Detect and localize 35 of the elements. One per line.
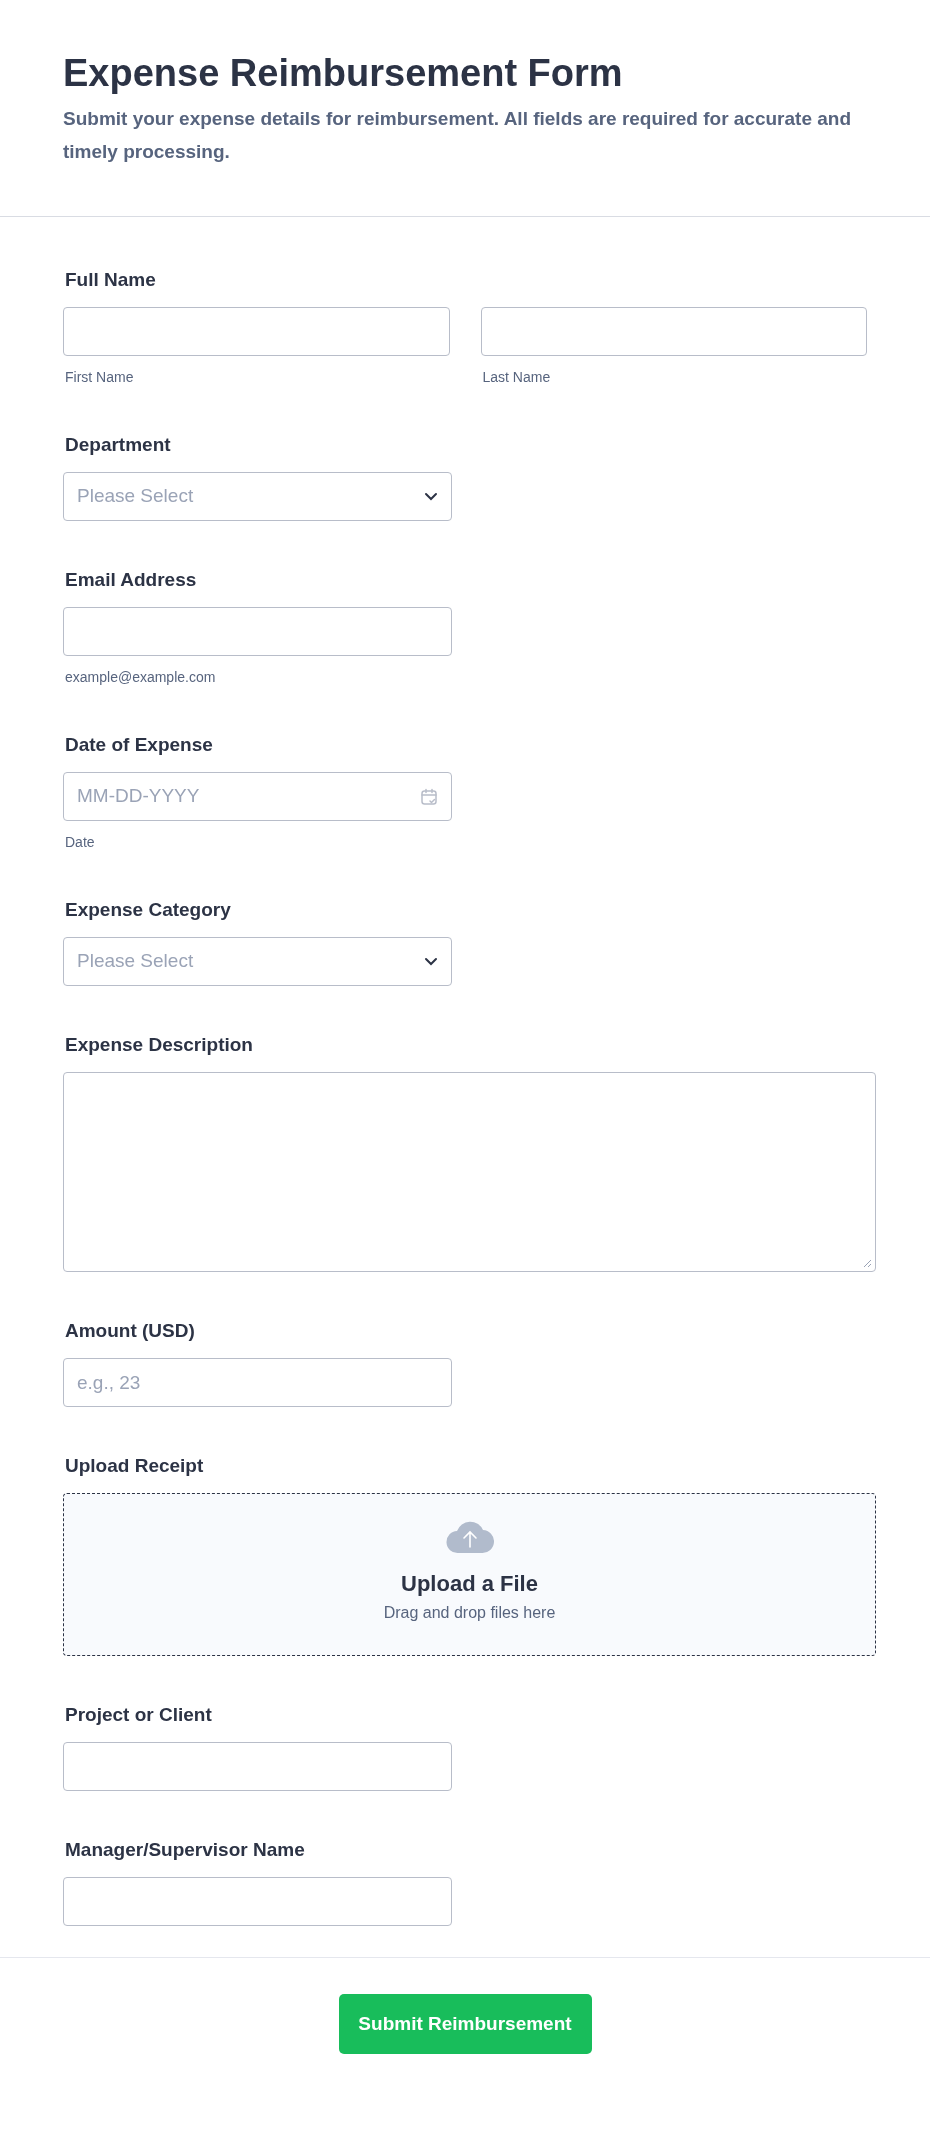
field-label: Project or Client (65, 1703, 213, 1727)
upload-dropzone[interactable]: Upload a File Drag and drop files here (63, 1493, 876, 1656)
field-label: Department (65, 433, 172, 457)
submit-button[interactable]: Submit Reimbursement (338, 1994, 592, 2054)
text-input[interactable] (63, 307, 450, 356)
calendar-icon (420, 787, 438, 806)
text-input[interactable] (63, 1742, 452, 1791)
chevron-down-icon (424, 957, 438, 966)
cloud-upload-icon (445, 1520, 494, 1554)
textarea-field[interactable] (63, 1072, 876, 1272)
resize-handle-icon[interactable] (863, 1259, 872, 1268)
select-dropdown[interactable]: Please Select (63, 472, 452, 521)
field-label: Email Address (65, 568, 198, 592)
chevron-down-icon (424, 492, 438, 501)
field-sublabel: Date (65, 833, 96, 851)
form-description: Submit your expense details for reimbursement. All fields are required for accurate and timely processing. (63, 107, 853, 164)
text-input[interactable] (480, 307, 867, 356)
upload-title: Upload a File (401, 1570, 538, 1598)
field-label: Amount (USD) (65, 1319, 196, 1343)
text-input[interactable] (63, 1877, 452, 1926)
field-label: Full Name (65, 268, 157, 292)
field-label: Expense Description (65, 1033, 254, 1057)
field-label: Expense Category (65, 898, 232, 922)
field-label: Date of Expense (65, 733, 214, 757)
upload-hint: Drag and drop files here (383, 1603, 556, 1623)
field-sublabel: example@example.com (65, 668, 217, 686)
text-input[interactable] (63, 607, 452, 656)
text-input[interactable]: e.g., 23 (63, 1358, 452, 1407)
field-label: Upload Receipt (65, 1454, 205, 1478)
form-title: Expense Reimbursement Form (63, 51, 624, 96)
date-input[interactable]: MM-DD-YYYY (63, 772, 452, 821)
field-label: Manager/Supervisor Name (65, 1838, 306, 1862)
field-sublabel: Last Name (482, 368, 552, 386)
field-sublabel: First Name (65, 368, 135, 386)
select-dropdown[interactable]: Please Select (63, 937, 452, 986)
